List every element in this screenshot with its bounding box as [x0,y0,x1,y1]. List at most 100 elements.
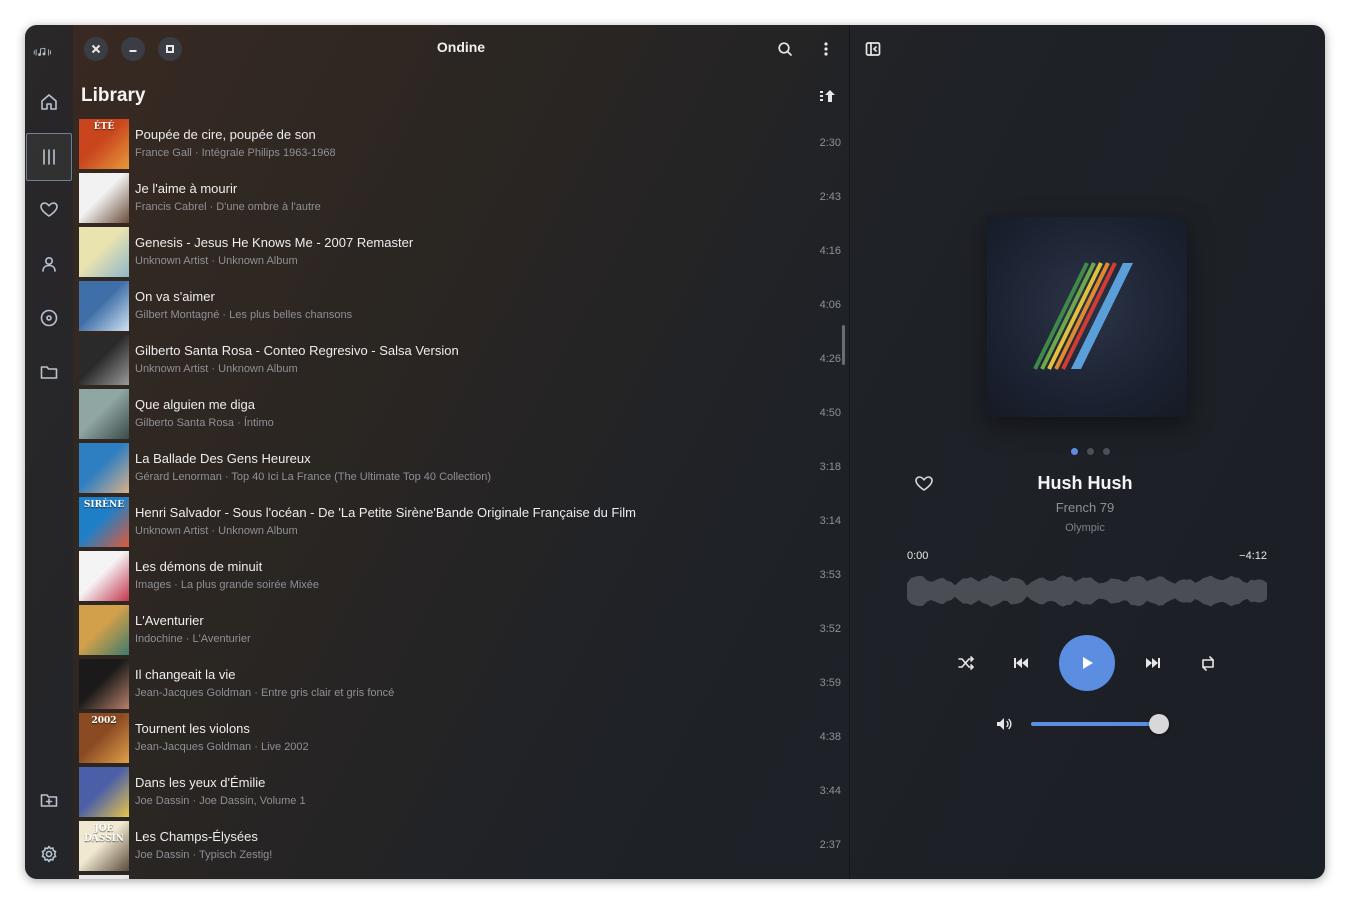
track-title: Tournent les violons [135,721,250,736]
sidebar-toggle-button[interactable] [863,39,883,59]
nav-folders-button[interactable] [25,349,73,395]
volume-slider-fill [1031,722,1160,726]
album-cover [79,443,129,493]
repeat-button[interactable] [1196,653,1220,673]
track-duration: 4:06 [819,299,841,311]
track-row[interactable]: ÉTÉ Poupée de cire, poupée de son France G… [79,119,845,173]
art-carousel-indicator [1066,448,1110,456]
maximize-button[interactable] [158,37,182,61]
folder-icon [40,366,58,379]
track-subtitle: Francis Cabrel · D'une ombre à l'autre [135,201,321,213]
track-list: ÉTÉ Poupée de cire, poupée de son France G… [79,119,845,879]
carousel-dot[interactable] [1103,448,1110,455]
play-button[interactable] [1059,635,1115,691]
scrollbar-thumb[interactable] [842,325,845,365]
nav-favorites-button[interactable] [25,187,73,233]
navigation-rail [25,25,73,879]
track-row[interactable]: L'Aventurier Indochine · L'Aventurier 3:52 [79,605,845,659]
track-title: Poupée de cire, poupée de son [135,127,316,142]
track-subtitle: Gilberto Santa Rosa · Íntimo [135,417,274,429]
track-row[interactable]: On va s'aimer Gilbert Montagné · Les plus… [79,281,845,335]
nav-home-button[interactable] [25,79,73,125]
track-subtitle: Images · La plus grande soirée Mixée [135,579,320,591]
track-title: Gilberto Santa Rosa - Conteo Regresivo -… [135,343,459,358]
track-row[interactable]: Il changeait la vie Jean-Jacques Goldman … [79,659,845,713]
volume-icon[interactable] [995,715,1013,733]
track-duration: 4:26 [819,353,841,365]
previous-icon [1014,658,1028,668]
nav-artists-button[interactable] [25,241,73,287]
track-row[interactable]: La Ballade Des Gens Heureux Gérard Lenorm… [79,443,845,497]
track-subtitle: Joe Dassin · Typisch Zestig! [135,849,273,861]
track-title: Je l'aime à mourir [135,181,238,196]
cover-label: SIRÈNE [83,500,125,510]
search-button[interactable] [775,39,795,59]
track-title: Genesis - Jesus He Knows Me - 2007 Remas… [135,235,414,250]
carousel-dot[interactable] [1087,448,1094,455]
album-art-stripes [1033,262,1133,370]
track-title: Henri Salvador - Sous l'océan - De 'La P… [135,505,636,520]
track-row[interactable]: 2002 Tournent les violons Jean-Jacques Gol… [79,713,845,767]
track-row[interactable]: Gilberto Santa Rosa - Conteo Regresivo -… [79,335,845,389]
album-cover [79,281,129,331]
carousel-dot-active[interactable] [1071,448,1078,455]
now-playing-panel: Hush Hush French 79 Olympic 0:00 −4:12 [850,25,1325,879]
settings-button[interactable] [25,831,73,877]
close-button[interactable] [84,37,108,61]
sort-icon[interactable] [817,87,837,105]
track-title: Dans les yeux d'Émilie [135,775,266,790]
album-art [987,217,1187,417]
album-cover [79,659,129,709]
shuffle-button[interactable] [954,653,978,673]
now-playing-artist[interactable]: French 79 [960,500,1210,516]
track-subtitle: Joe Dassin · Joe Dassin, Volume 1 [135,795,306,807]
album-icon [40,309,58,327]
cover-label: ÉTÉ [93,122,115,132]
track-title: Que alguien me diga [135,397,255,412]
track-title: Les Champs-Élysées [135,829,258,844]
track-subtitle: Unknown Artist · Unknown Album [135,255,298,267]
nav-library-button[interactable] [26,133,72,181]
album-cover [79,875,129,879]
now-playing-album[interactable]: Olympic [960,521,1210,535]
volume-slider-knob[interactable] [1149,714,1170,734]
shuffle-icon [958,656,974,670]
track-row[interactable]: Dans les yeux d'Émilie Joe Dassin · Joe D… [79,767,845,821]
album-cover [79,173,129,223]
track-row[interactable] [79,875,845,879]
nav-albums-button[interactable] [25,295,73,341]
next-button[interactable] [1141,653,1165,673]
track-duration: 2:30 [819,137,841,149]
settings-icon [41,845,57,863]
track-subtitle: France Gall · Intégrale Philips 1963-196… [135,147,336,159]
library-icon [43,149,55,165]
sidebar-toggle-icon [865,42,881,56]
track-subtitle: Unknown Artist · Unknown Album [135,525,298,537]
more-menu-button[interactable] [816,39,836,59]
volume-slider-track[interactable] [1031,722,1166,726]
track-row[interactable]: Les démons de minuit Images · La plus gra… [79,551,845,605]
track-duration: 3:14 [819,515,841,527]
track-row[interactable]: Que alguien me diga Gilberto Santa Rosa ·… [79,389,845,443]
minimize-button[interactable] [121,37,145,61]
heart-icon [40,202,58,217]
elapsed-time: 0:00 [907,550,929,562]
track-title: L'Aventurier [135,613,204,628]
album-cover [79,227,129,277]
track-duration: 4:50 [819,407,841,419]
waveform-seek-bar[interactable] [907,574,1267,608]
album-cover: ÉTÉ [79,119,129,169]
track-subtitle: Unknown Artist · Unknown Album [135,363,298,375]
track-subtitle: Jean-Jacques Goldman · Live 2002 [135,741,309,753]
favorite-heart-icon[interactable] [914,474,934,494]
search-icon [778,42,792,56]
track-row[interactable]: JOE DASSIN Les Champs-Élysées Joe Dassin ·… [79,821,845,875]
track-row[interactable]: SIRÈNE Henri Salvador - Sous l'océan - De… [79,497,845,551]
previous-button[interactable] [1009,653,1033,673]
track-duration: 2:43 [819,191,841,203]
track-row[interactable]: Genesis - Jesus He Knows Me - 2007 Remas… [79,227,845,281]
track-row[interactable]: Je l'aime à mourir Francis Cabrel · D'une… [79,173,845,227]
app-logo-icon [33,47,51,56]
track-subtitle: Gilbert Montagné · Les plus belles chans… [135,309,353,321]
add-folder-button[interactable] [25,777,73,823]
